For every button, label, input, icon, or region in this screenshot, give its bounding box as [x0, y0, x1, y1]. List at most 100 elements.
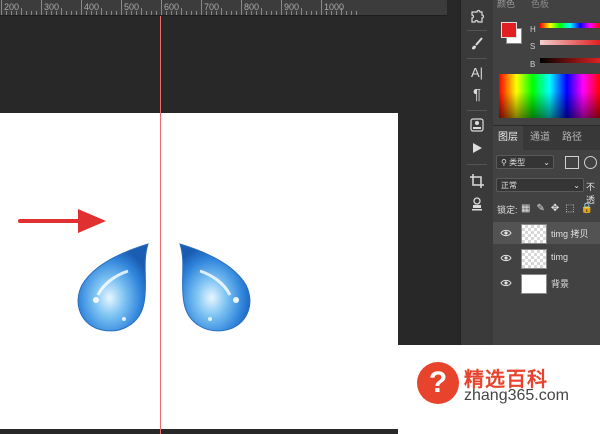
- blend-mode-select[interactable]: 正常 ⌄: [496, 178, 584, 192]
- ruler-minor-tick: [251, 11, 252, 15]
- ruler-minor-tick: [131, 11, 132, 15]
- ruler-minor-tick: [286, 11, 287, 15]
- ruler-minor-tick: [216, 11, 217, 15]
- ruler-minor-tick: [126, 11, 127, 15]
- ruler-minor-tick: [316, 11, 317, 15]
- ruler-minor-tick: [71, 11, 72, 15]
- horizontal-ruler[interactable]: 200 300 400 500 600 700 800 900 1000: [0, 0, 447, 16]
- adjustment-filter-icon[interactable]: [584, 156, 597, 169]
- ruler-minor-tick: [256, 11, 257, 15]
- eye-icon[interactable]: [500, 227, 512, 239]
- ruler-minor-tick: [56, 11, 57, 15]
- ruler-minor-tick: [301, 8, 302, 15]
- ruler-minor-tick: [136, 11, 137, 15]
- lock-icons[interactable]: ▦✎✥⬚🔒: [521, 203, 599, 214]
- paragraph-icon[interactable]: ¶: [465, 84, 489, 106]
- ruler-minor-tick: [116, 11, 117, 15]
- ruler-minor-tick: [236, 11, 237, 15]
- ruler-minor-tick: [276, 11, 277, 15]
- ruler-minor-tick: [16, 11, 17, 15]
- watermark-logo: ?: [417, 362, 459, 404]
- ruler-minor-tick: [331, 11, 332, 15]
- tab-layers[interactable]: 图层: [493, 126, 523, 150]
- brightness-label: B: [530, 60, 536, 69]
- color-tab[interactable]: 颜色: [497, 0, 515, 10]
- ruler-minor-tick: [351, 11, 352, 15]
- ruler-minor-tick: [166, 11, 167, 15]
- ruler-minor-tick: [346, 11, 347, 15]
- tab-paths[interactable]: 路径: [557, 126, 587, 150]
- layer-row[interactable]: timg 拷贝: [493, 222, 600, 244]
- ruler-minor-tick: [176, 11, 177, 15]
- eye-icon[interactable]: [500, 252, 512, 264]
- ruler-minor-tick: [96, 11, 97, 15]
- eye-icon[interactable]: [500, 277, 512, 289]
- layers-tabs: 图层 通道 路径: [493, 125, 600, 150]
- ruler-minor-tick: [336, 11, 337, 15]
- ruler-minor-tick: [31, 11, 32, 15]
- layer-row[interactable]: timg: [493, 247, 600, 269]
- ruler-minor-tick: [66, 11, 67, 15]
- arrow-annotation: [18, 209, 106, 233]
- crop-icon[interactable]: [465, 170, 489, 192]
- water-drop-right: [179, 243, 251, 332]
- search-icon: ⚲: [501, 158, 507, 167]
- vertical-guide[interactable]: [160, 16, 161, 434]
- ruler-tick: [201, 0, 202, 15]
- layer-row[interactable]: 背景: [493, 272, 600, 294]
- puzzle-icon[interactable]: [465, 6, 489, 28]
- ruler-minor-tick: [341, 8, 342, 15]
- chevron-down-icon: ⌄: [543, 158, 550, 167]
- ruler-tick: [321, 0, 322, 15]
- ruler-minor-tick: [106, 11, 107, 15]
- ruler-tick: [41, 0, 42, 15]
- saturation-slider[interactable]: [540, 40, 600, 45]
- ruler-minor-tick: [221, 8, 222, 15]
- ruler-minor-tick: [186, 11, 187, 15]
- tab-channels[interactable]: 通道: [525, 126, 555, 150]
- ruler-tick: [241, 0, 242, 15]
- layer-name: timg: [551, 252, 569, 262]
- document-canvas[interactable]: [0, 113, 398, 429]
- ruler-minor-tick: [21, 8, 22, 15]
- ruler-minor-tick: [111, 11, 112, 15]
- watermark: ? 精选百科 zhang365.com: [398, 345, 600, 434]
- ruler-minor-tick: [271, 11, 272, 15]
- ruler-minor-tick: [101, 8, 102, 15]
- filter-kind-label: 类型: [509, 158, 526, 167]
- swatch-tab[interactable]: 色板: [531, 0, 549, 10]
- watermark-url: zhang365.com: [464, 387, 569, 404]
- ruler-minor-tick: [266, 11, 267, 15]
- character-icon[interactable]: A|: [465, 62, 489, 84]
- canvas-artwork: [18, 209, 251, 332]
- ruler-minor-tick: [356, 11, 357, 15]
- ruler-minor-tick: [246, 11, 247, 15]
- ruler-minor-tick: [196, 11, 197, 15]
- layer-filter-select[interactable]: ⚲ 类型 ⌄: [496, 155, 554, 169]
- ruler-minor-tick: [86, 11, 87, 15]
- blend-mode-label: 正常: [501, 181, 517, 190]
- ruler-minor-tick: [206, 11, 207, 15]
- ruler-minor-tick: [181, 8, 182, 15]
- brush-settings-icon[interactable]: [465, 33, 489, 55]
- glyphs-icon[interactable]: [465, 114, 489, 136]
- layer-thumbnail: [521, 274, 547, 294]
- ruler-minor-tick: [146, 11, 147, 15]
- brightness-slider[interactable]: [540, 58, 600, 63]
- ruler-minor-tick: [141, 8, 142, 15]
- color-spectrum[interactable]: [499, 74, 600, 118]
- stamp-icon[interactable]: [465, 193, 489, 215]
- ruler-minor-tick: [296, 11, 297, 15]
- image-filter-icon[interactable]: [565, 156, 579, 169]
- ruler-minor-tick: [231, 11, 232, 15]
- ruler-tick: [1, 0, 2, 15]
- saturation-label: S: [530, 42, 536, 51]
- ruler-minor-tick: [306, 11, 307, 15]
- foreground-color-swatch[interactable]: [501, 22, 517, 38]
- hue-slider[interactable]: [540, 23, 600, 28]
- ruler-minor-tick: [311, 11, 312, 15]
- play-action-icon[interactable]: [465, 137, 489, 159]
- ruler-minor-tick: [291, 11, 292, 15]
- ruler-minor-tick: [171, 11, 172, 15]
- ruler-minor-tick: [6, 11, 7, 15]
